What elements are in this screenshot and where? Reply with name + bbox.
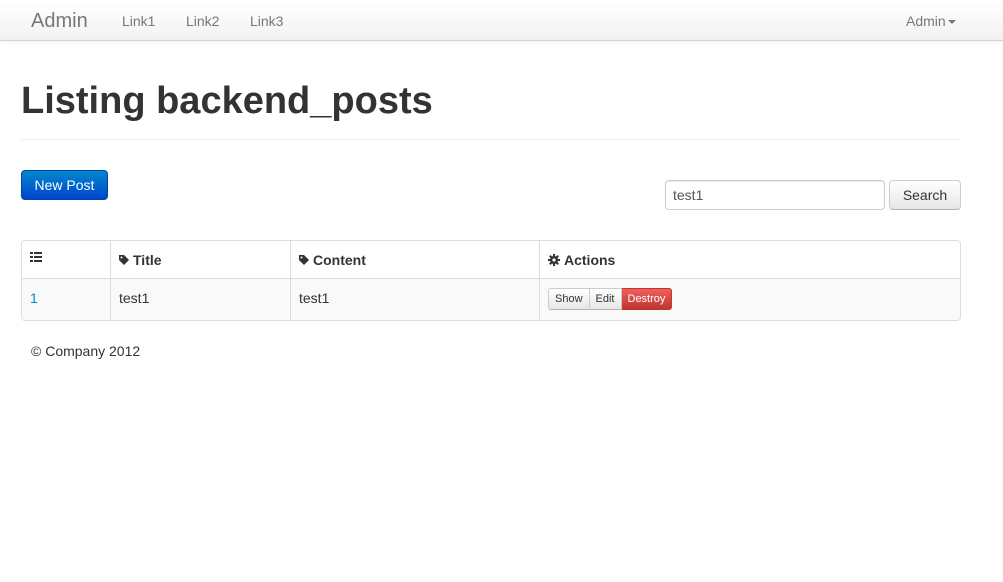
footer-copyright: © Company 2012 xyxy=(31,343,141,359)
page-title: Listing backend_posts xyxy=(21,80,433,122)
header-cell-content: Content xyxy=(290,241,539,278)
search-button[interactable]: Search xyxy=(889,180,961,210)
nav-link-1[interactable]: Link1 xyxy=(122,13,155,29)
cell-id: 1 xyxy=(22,279,110,320)
header-title-label: Title xyxy=(133,252,162,268)
user-menu-label: Admin xyxy=(906,13,946,29)
search-input[interactable] xyxy=(665,180,885,210)
header-actions-label: Actions xyxy=(564,252,616,268)
header-divider xyxy=(21,139,961,140)
posts-table: Title Content Actions 1 test1 test1 Show… xyxy=(21,240,961,321)
tag-icon xyxy=(299,255,309,265)
post-content: test1 xyxy=(299,290,330,306)
nav-link-2[interactable]: Link2 xyxy=(186,13,219,29)
brand-link[interactable]: Admin xyxy=(31,10,88,33)
header-cell-title: Title xyxy=(110,241,290,278)
navbar: Admin Link1 Link2 Link3 Admin xyxy=(0,0,1003,41)
cell-actions: Show Edit Destroy xyxy=(539,279,960,320)
cell-title: test1 xyxy=(110,279,290,320)
header-content-label: Content xyxy=(313,252,366,268)
header-cell-actions: Actions xyxy=(539,241,960,278)
show-button[interactable]: Show xyxy=(548,288,590,310)
nav-link-3[interactable]: Link3 xyxy=(250,13,283,29)
post-title: test1 xyxy=(119,290,150,306)
tag-icon xyxy=(119,255,129,265)
user-menu-dropdown[interactable]: Admin xyxy=(906,13,956,29)
table-header-row: Title Content Actions xyxy=(22,241,960,279)
caret-down-icon xyxy=(947,19,956,24)
cell-content: test1 xyxy=(290,279,539,320)
row-actions: Show Edit Destroy xyxy=(548,288,673,310)
table-row: 1 test1 test1 Show Edit Destroy xyxy=(22,279,960,320)
post-id-link[interactable]: 1 xyxy=(30,290,38,306)
header-cell-id xyxy=(22,241,110,278)
new-post-button[interactable]: New Post xyxy=(21,170,108,200)
destroy-button[interactable]: Destroy xyxy=(621,288,673,310)
list-icon xyxy=(30,252,42,262)
edit-button[interactable]: Edit xyxy=(589,288,622,310)
cog-icon xyxy=(548,254,560,266)
